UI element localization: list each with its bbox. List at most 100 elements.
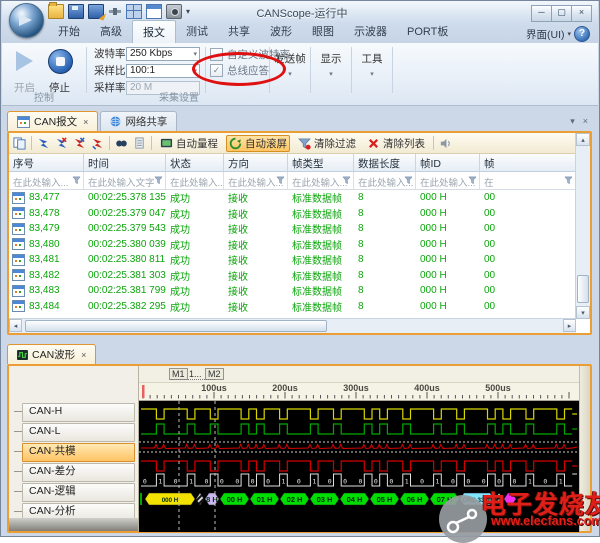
wave-tab-close-icon[interactable]: × <box>81 350 86 360</box>
column-header-status[interactable]: 状态 <box>166 154 224 171</box>
ribbon-tab-3[interactable]: 报文 <box>132 20 176 43</box>
minimize-button[interactable]: ─ <box>531 5 552 22</box>
tab-can-packet[interactable]: CAN报文 × <box>7 111 98 131</box>
auto-range-button[interactable]: 自动量程 <box>157 135 221 152</box>
restore-button[interactable]: ▢ <box>551 5 572 22</box>
column-settings-icon[interactable] <box>133 137 146 150</box>
cell-dlc: 8 <box>354 301 416 312</box>
packet-vertical-scrollbar[interactable]: ▴ ▾ <box>575 133 590 319</box>
auto-scroll-button[interactable]: 自动滚屏 <box>226 135 290 152</box>
table-row[interactable]: 83,48300:02:25.381 799成功接收标准数据帧8000 H00 <box>9 283 590 299</box>
help-icon[interactable]: ? <box>574 26 590 42</box>
panel-close-icon[interactable]: × <box>583 116 588 127</box>
combo-caret-icon: ▾ <box>193 50 197 58</box>
table-row[interactable]: 83,48000:02:25.380 039成功接收标准数据帧8000 H00 <box>9 237 590 253</box>
table-row[interactable]: 83,47700:02:25.378 135成功接收标准数据帧8000 H00 <box>9 190 590 206</box>
sample-ratio-combo[interactable]: 100:1▾ <box>126 64 200 78</box>
table-row[interactable]: 83,47900:02:25.379 543成功接收标准数据帧8000 H00 <box>9 221 590 237</box>
channel-CAN-H[interactable]: CAN-H <box>22 403 135 422</box>
rx-frame-icon[interactable] <box>91 137 104 150</box>
send-frame-button[interactable]: 发送帧▾ <box>272 51 308 78</box>
channel-CAN-L[interactable]: CAN-L <box>22 423 135 442</box>
filter-input-status[interactable]: 在此处输入... <box>170 178 224 189</box>
filter-funnel-icon[interactable] <box>72 176 81 185</box>
clear-list-button[interactable]: 清除列表 <box>364 135 428 152</box>
tab-network-share[interactable]: 网络共享 <box>100 111 177 131</box>
panel-menu-caret-icon[interactable]: ▾ <box>570 116 575 127</box>
filter-funnel-icon[interactable] <box>564 176 573 185</box>
vertical-scroll-thumb[interactable] <box>577 275 589 303</box>
column-header-time[interactable]: 时间 <box>84 154 166 171</box>
window-layout-icon[interactable] <box>146 4 162 19</box>
table-row[interactable]: 83,48400:02:25.382 295成功接收标准数据帧8000 H00 <box>9 299 590 315</box>
ribbon-tab-7[interactable]: 眼图 <box>302 20 344 43</box>
wave-view: M1 1... M2 100us200us300us400us500us 010… <box>139 366 579 531</box>
packet-tab-close-icon[interactable]: × <box>83 117 88 127</box>
svg-text:0: 0 <box>513 478 517 486</box>
copy-icon[interactable] <box>13 137 26 150</box>
ribbon-tab-4[interactable]: 测试 <box>176 20 218 43</box>
column-header-frame_id[interactable]: 帧ID <box>416 154 480 171</box>
app-menu-button[interactable] <box>9 3 44 38</box>
cell-seq: 83,483 <box>9 285 84 297</box>
filter-funnel-icon[interactable] <box>404 176 413 185</box>
scroll-down-icon[interactable]: ▾ <box>576 306 590 319</box>
custom-baud-checkbox[interactable] <box>210 48 223 61</box>
scroll-right-icon[interactable]: ▸ <box>563 319 576 332</box>
packet-horizontal-scrollbar[interactable]: ◂ ▸ <box>9 318 576 333</box>
frame-row-icon <box>12 207 25 219</box>
ui-menu-button[interactable]: 界面(UI) <box>526 27 565 42</box>
table-row[interactable]: 83,48200:02:25.381 303成功接收标准数据帧8000 H00 <box>9 268 590 284</box>
ribbon-tab-8[interactable]: 示波器 <box>344 20 397 43</box>
column-header-seq[interactable]: 序号 <box>9 154 84 171</box>
baud-rate-combo[interactable]: 250 Kbps▾ <box>126 47 200 61</box>
filter-funnel-icon[interactable] <box>468 176 477 185</box>
filter-input-frame_type[interactable]: 在此处输入... <box>292 178 347 189</box>
tx-stop-icon[interactable] <box>55 137 68 150</box>
start-capture-button[interactable] <box>16 51 33 71</box>
filter-funnel-icon[interactable] <box>276 176 285 185</box>
tx-frame-icon[interactable] <box>37 137 50 150</box>
rx-stop-icon[interactable] <box>73 137 86 150</box>
column-header-frame_type[interactable]: 帧类型 <box>288 154 354 171</box>
find-icon[interactable] <box>115 137 128 150</box>
wave-vertical-scrollbar[interactable] <box>579 366 590 531</box>
scroll-left-icon[interactable]: ◂ <box>9 319 22 332</box>
table-row[interactable]: 83,47800:02:25.379 047成功接收标准数据帧8000 H00 <box>9 206 590 222</box>
filter-input-seq[interactable]: 在此处输入... <box>13 178 68 189</box>
channel-CAN-逻辑[interactable]: CAN-逻辑 <box>22 483 135 502</box>
save-icon[interactable] <box>68 4 84 19</box>
open-file-icon[interactable] <box>48 4 64 19</box>
save-as-icon[interactable] <box>88 4 104 19</box>
column-header-dlc[interactable]: 数据长度 <box>354 154 416 171</box>
channel-CAN-差分[interactable]: CAN-差分 <box>22 463 135 482</box>
scroll-up-icon[interactable]: ▴ <box>576 133 590 146</box>
bus-ack-checkbox[interactable]: ✓ <box>210 64 223 77</box>
stop-capture-button[interactable] <box>48 49 73 74</box>
ribbon-tab-2[interactable]: 高级 <box>90 20 132 43</box>
filter-input-time[interactable]: 在此处输入文字 <box>88 178 155 189</box>
tab-can-wave[interactable]: CAN波形 × <box>7 344 96 364</box>
filter-funnel-icon[interactable] <box>154 176 163 185</box>
svg-text:00 H: 00 H <box>227 495 243 504</box>
display-button[interactable]: 显示▾ <box>313 51 349 78</box>
channel-CAN-共模[interactable]: CAN-共模 <box>22 443 135 462</box>
filter-input-data[interactable]: 在 <box>484 178 494 189</box>
screenshot-icon[interactable] <box>166 4 182 19</box>
sound-icon[interactable] <box>439 137 452 150</box>
column-header-data[interactable]: 帧 <box>480 154 576 171</box>
column-header-direction[interactable]: 方向 <box>224 154 288 171</box>
horizontal-scroll-thumb[interactable] <box>25 320 327 332</box>
close-button[interactable]: × <box>571 5 592 22</box>
tile-windows-icon[interactable] <box>126 4 142 19</box>
table-row[interactable]: 83,48100:02:25.380 811成功接收标准数据帧8000 H00 <box>9 252 590 268</box>
connect-device-icon[interactable] <box>108 5 122 18</box>
ribbon-tab-9[interactable]: PORT板 <box>397 20 458 43</box>
qat-dropdown-icon[interactable]: ▾ <box>186 7 190 16</box>
clear-filter-button[interactable]: 清除过滤 <box>295 135 359 152</box>
ribbon-tab-6[interactable]: 波形 <box>260 20 302 43</box>
filter-funnel-icon[interactable] <box>342 176 351 185</box>
ribbon-tab-1[interactable]: 开始 <box>48 20 90 43</box>
ribbon-tab-5[interactable]: 共享 <box>218 20 260 43</box>
tools-button[interactable]: 工具▾ <box>354 51 390 78</box>
